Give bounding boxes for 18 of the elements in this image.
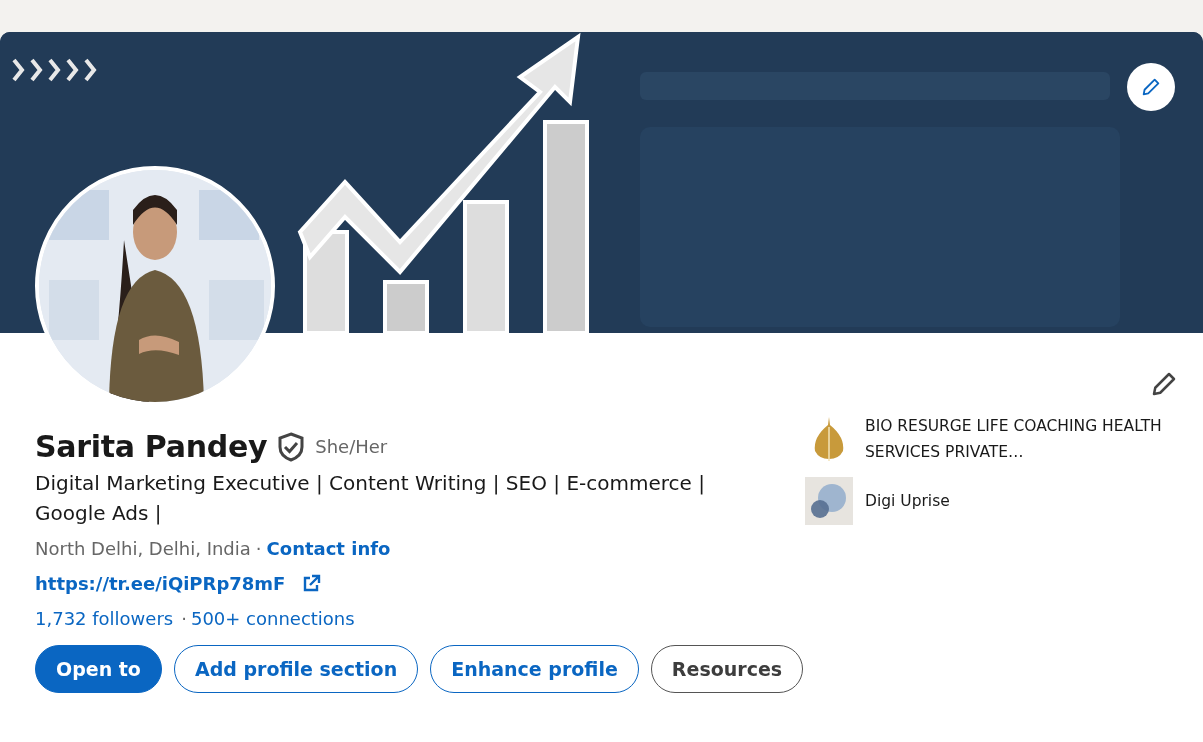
followers-link[interactable]: 1,732 followers bbox=[35, 608, 174, 629]
connections-link[interactable]: 500+ connections bbox=[190, 608, 355, 629]
pronouns: She/Her bbox=[315, 436, 388, 457]
outline-button[interactable]: Resources bbox=[650, 645, 804, 693]
organization-name[interactable]: Digi Uprise bbox=[865, 488, 1165, 514]
outline-button[interactable]: Add profile section bbox=[173, 645, 419, 693]
headline: Digital Marketing Executive | Content Writing | SEO | E-commerce | Google Ads | bbox=[35, 470, 706, 527]
organization-name[interactable]: BIO RESURGE LIFE COACHING HEALTH SERVICES PRIVATE… bbox=[865, 413, 1165, 465]
location: North Delhi, Delhi, India bbox=[35, 538, 251, 559]
external-link-icon bbox=[301, 573, 322, 594]
website-link[interactable]: https://tr.ee/iQiPRp78mF bbox=[35, 573, 286, 594]
separator-dot: · bbox=[181, 608, 187, 629]
profile-name: Sarita Pandey bbox=[35, 429, 268, 464]
circles-logo-icon bbox=[805, 477, 853, 525]
primary-button[interactable]: Open to bbox=[35, 645, 162, 693]
separator-dot: · bbox=[255, 538, 262, 559]
contact-info-link[interactable]: Contact info bbox=[266, 538, 391, 559]
outline-button[interactable]: Enhance profile bbox=[430, 645, 639, 693]
